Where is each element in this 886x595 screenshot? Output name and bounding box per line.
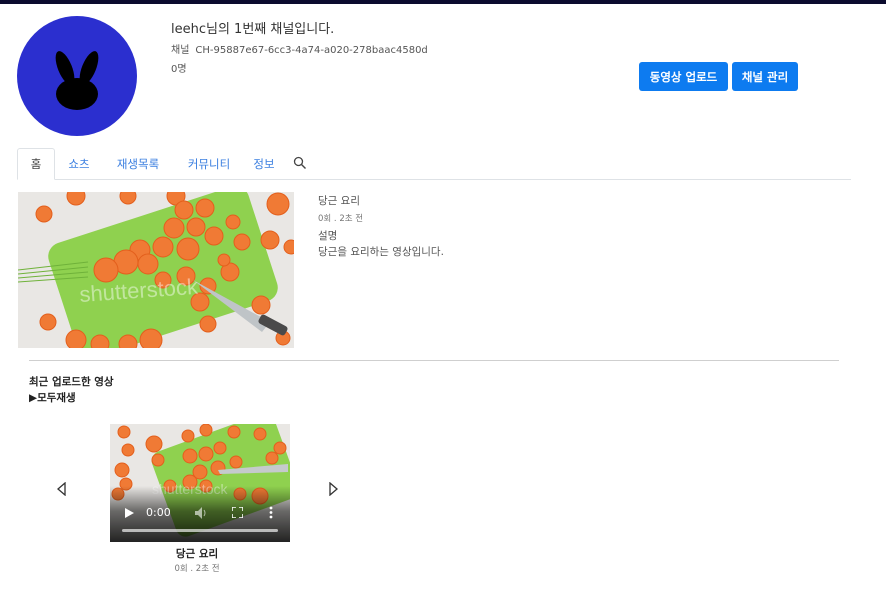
play-icon[interactable] [125, 508, 134, 518]
section-divider [29, 360, 839, 361]
tab-playlists[interactable]: 재생목록 [109, 148, 167, 179]
fullscreen-icon[interactable] [232, 507, 243, 518]
tab-community[interactable]: 커뮤니티 [180, 148, 238, 179]
play-all-link[interactable]: ▶모두재생 [29, 390, 76, 405]
tab-shorts[interactable]: 쇼츠 [61, 148, 97, 179]
video-player[interactable]: shutterstock 0:00 [110, 424, 290, 542]
video-time: 0:00 [146, 506, 171, 519]
channel-id-label: 채널 [171, 45, 190, 56]
chevron-left-icon[interactable] [56, 482, 68, 496]
channel-name: leehc님의 1번째 채널입니다. [171, 22, 335, 37]
channel-avatar [17, 16, 137, 136]
tab-about[interactable]: 정보 [249, 148, 279, 179]
featured-description: 당근을 요리하는 영상입니다. [318, 246, 444, 258]
featured-video-thumbnail[interactable]: shutterstock [18, 192, 294, 348]
upload-video-button[interactable]: 동영상 업로드 [639, 62, 728, 91]
manage-channel-button[interactable]: 채널 관리 [732, 62, 798, 91]
channel-id: 채널 CH-95887e67-6cc3-4a74-a020-278baac4580… [171, 41, 428, 56]
search-icon[interactable] [293, 156, 307, 170]
subscriber-count: 0명 [171, 64, 187, 75]
more-vertical-icon[interactable] [269, 506, 273, 519]
top-bar [0, 0, 886, 4]
chevron-right-icon[interactable] [327, 482, 339, 496]
channel-tabs: 홈 쇼츠 재생목록 커뮤니티 정보 [17, 148, 851, 180]
video-progress-bar[interactable] [122, 529, 278, 532]
featured-video-meta: 0회 . 2초 전 [318, 214, 364, 224]
video-controls: 0:00 [110, 486, 290, 542]
carrot-thumbnail-image: shutterstock [18, 192, 294, 348]
featured-video-title[interactable]: 당근 요리 [318, 193, 360, 208]
volume-icon[interactable] [195, 507, 207, 519]
channel-id-value: CH-95887e67-6cc3-4a74-a020-278baac4580d [195, 45, 428, 56]
tab-home[interactable]: 홈 [17, 148, 55, 180]
video-title[interactable]: 당근 요리 [110, 546, 284, 561]
video-meta: 0회 . 2초 전 [174, 564, 220, 574]
featured-description-label: 설명 [318, 230, 338, 242]
rabbit-icon [55, 51, 99, 110]
recent-uploads-title: 최근 업로드한 영상 [29, 376, 114, 388]
